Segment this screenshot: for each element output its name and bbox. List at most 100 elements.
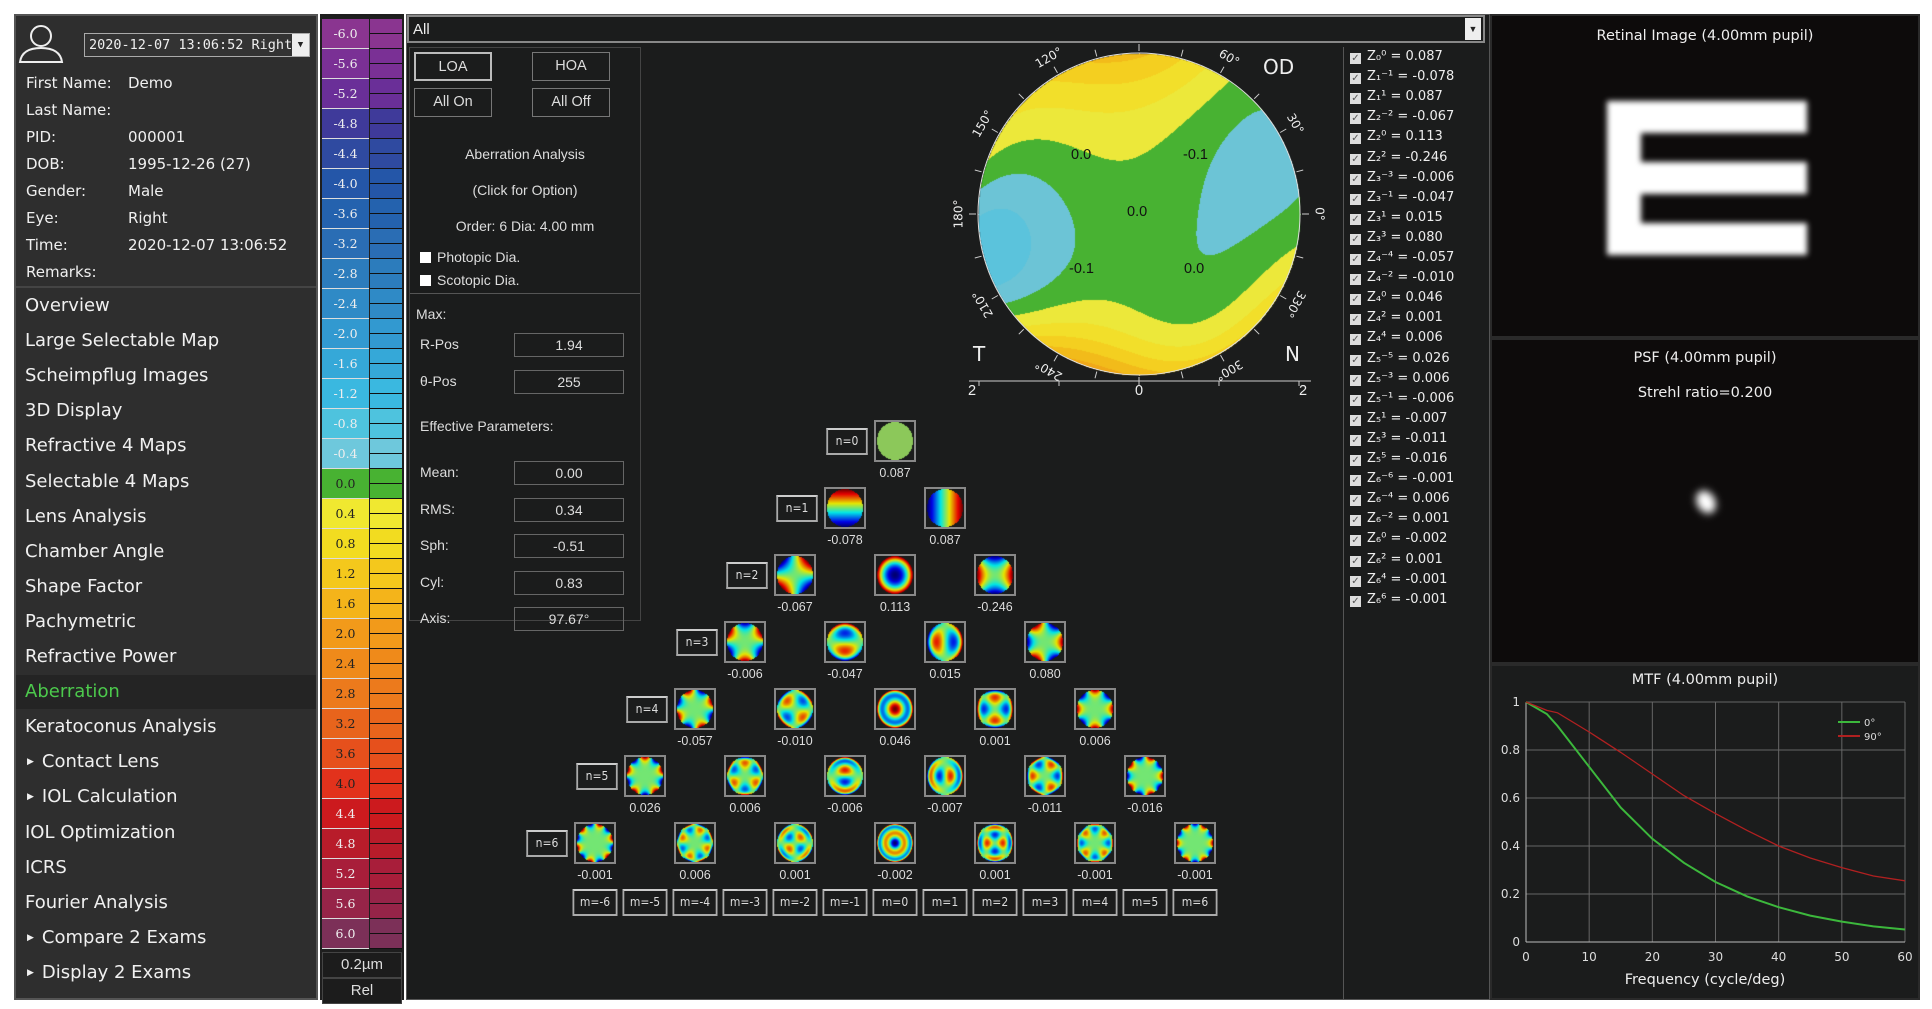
- zernike-term-item[interactable]: ✓ Z₂⁻² = -0.067: [1350, 109, 1454, 125]
- scotopic-checkbox[interactable]: Scotopic Dia.: [420, 272, 519, 288]
- frequency-m-button[interactable]: m=-1: [822, 889, 868, 916]
- checkbox-checked-icon[interactable]: ✓: [1350, 515, 1361, 527]
- nav-item[interactable]: Pachymetric: [16, 605, 316, 639]
- nav-item[interactable]: ▶ IOL Calculation: [16, 780, 316, 814]
- zernike-term-item[interactable]: ✓ Z₃⁻³ = -0.006: [1350, 170, 1454, 185]
- zernike-mode-icon[interactable]: [974, 554, 1016, 596]
- checkbox-checked-icon[interactable]: ✓: [1350, 555, 1361, 567]
- nav-item[interactable]: Selectable 4 Maps: [16, 465, 316, 499]
- frequency-m-button[interactable]: m=-6: [572, 889, 618, 916]
- zernike-term-item[interactable]: ✓ Z₄⁴ = 0.006: [1350, 330, 1443, 346]
- zernike-term-item[interactable]: ✓ Z₃³ = 0.080: [1350, 230, 1443, 245]
- checkbox-checked-icon[interactable]: ✓: [1350, 133, 1361, 145]
- zernike-mode-icon[interactable]: [924, 487, 966, 529]
- zernike-term-item[interactable]: ✓ Z₆⁻⁶ = -0.001: [1350, 471, 1454, 487]
- zernike-mode-icon[interactable]: [774, 822, 816, 864]
- zernike-mode-icon[interactable]: [874, 822, 916, 864]
- frequency-m-button[interactable]: m=0: [872, 889, 918, 916]
- nav-item[interactable]: Refractive Power: [16, 640, 316, 674]
- checkbox-checked-icon[interactable]: ✓: [1350, 274, 1361, 286]
- zernike-mode-icon[interactable]: [1024, 755, 1066, 797]
- checkbox-checked-icon[interactable]: ✓: [1350, 73, 1361, 85]
- zernike-term-item[interactable]: ✓ Z₆² = 0.001: [1350, 552, 1443, 567]
- checkbox-checked-icon[interactable]: ✓: [1350, 254, 1361, 265]
- zernike-mode-icon[interactable]: [774, 554, 816, 596]
- zernike-mode-icon[interactable]: [1074, 688, 1116, 730]
- zernike-term-item[interactable]: ✓ Z₆⁻² = 0.001: [1350, 511, 1450, 527]
- zernike-mode-icon[interactable]: [724, 621, 766, 663]
- checkbox-checked-icon[interactable]: ✓: [1350, 495, 1361, 507]
- frequency-m-button[interactable]: m=-3: [722, 889, 768, 916]
- frequency-m-button[interactable]: m=-2: [772, 889, 818, 916]
- frequency-m-button[interactable]: m=-5: [622, 889, 668, 916]
- frequency-m-button[interactable]: m=1: [922, 889, 968, 916]
- checkbox-checked-icon[interactable]: ✓: [1350, 475, 1361, 487]
- nav-item[interactable]: Scheimpflug Images: [16, 359, 316, 393]
- frequency-m-button[interactable]: m=-4: [672, 889, 718, 916]
- nav-item[interactable]: Fourier Analysis: [16, 886, 316, 920]
- zernike-mode-icon[interactable]: [774, 688, 816, 730]
- scale-step-button[interactable]: 0.2µm: [322, 952, 402, 978]
- checkbox-checked-icon[interactable]: ✓: [1350, 575, 1361, 587]
- checkbox-checked-icon[interactable]: ✓: [1350, 233, 1361, 245]
- nav-item[interactable]: ▶ Contact Lens: [16, 745, 316, 779]
- checkbox-checked-icon[interactable]: ✓: [1350, 595, 1361, 607]
- zernike-mode-icon[interactable]: [824, 755, 866, 797]
- checkbox-checked-icon[interactable]: ✓: [1350, 213, 1361, 225]
- zernike-term-item[interactable]: ✓ Z₁¹ = 0.087: [1350, 89, 1443, 105]
- nav-item[interactable]: Keratoconus Analysis: [16, 710, 316, 744]
- nav-item[interactable]: Chamber Angle: [16, 535, 316, 569]
- zernike-mode-icon[interactable]: [924, 755, 966, 797]
- checkbox-checked-icon[interactable]: ✓: [1350, 113, 1361, 125]
- zernike-term-item[interactable]: ✓ Z₆⁴ = -0.001: [1350, 572, 1447, 587]
- checkbox-checked-icon[interactable]: ✓: [1350, 334, 1361, 346]
- zernike-mode-icon[interactable]: [674, 688, 716, 730]
- zernike-mode-icon[interactable]: [674, 822, 716, 864]
- checkbox-checked-icon[interactable]: ✓: [1350, 193, 1361, 205]
- order-n-button[interactable]: n=2: [726, 562, 768, 589]
- nav-item[interactable]: ▶ Display 2 Exams: [16, 956, 316, 990]
- nav-item[interactable]: Refractive 4 Maps: [16, 429, 316, 463]
- order-n-button[interactable]: n=4: [626, 696, 668, 723]
- nav-item[interactable]: 3D Display: [16, 394, 316, 428]
- zernike-mode-icon[interactable]: [724, 755, 766, 797]
- loa-button[interactable]: LOA: [414, 52, 492, 81]
- zernike-term-item[interactable]: ✓ Z₄² = 0.001: [1350, 310, 1443, 326]
- order-n-button[interactable]: n=0: [826, 428, 868, 455]
- checkbox-checked-icon[interactable]: ✓: [1350, 93, 1361, 105]
- order-n-button[interactable]: n=5: [576, 763, 618, 790]
- checkbox-checked-icon[interactable]: ✓: [1350, 394, 1361, 406]
- zernike-mode-icon[interactable]: [1124, 755, 1166, 797]
- zernike-mode-icon[interactable]: [874, 420, 916, 462]
- checkbox-checked-icon[interactable]: ✓: [1350, 294, 1361, 306]
- click-hint[interactable]: (Click for Option): [410, 182, 640, 198]
- hoa-button[interactable]: HOA: [532, 52, 610, 81]
- nav-item[interactable]: IOL Optimization: [16, 816, 316, 850]
- zernike-mode-icon[interactable]: [874, 688, 916, 730]
- zernike-term-item[interactable]: ✓ Z₆⁶ = -0.001: [1350, 592, 1447, 607]
- zernike-mode-icon[interactable]: [924, 621, 966, 663]
- zernike-term-item[interactable]: ✓ Z₄⁻⁴ = -0.057: [1350, 250, 1454, 265]
- zernike-mode-icon[interactable]: [1174, 822, 1216, 864]
- order-n-button[interactable]: n=1: [776, 495, 818, 522]
- nav-item[interactable]: ICRS: [16, 851, 316, 885]
- nav-item[interactable]: Overview: [16, 289, 316, 323]
- nav-item[interactable]: Shape Factor: [16, 570, 316, 604]
- zernike-term-item[interactable]: ✓ Z₃⁻¹ = -0.047: [1350, 190, 1454, 205]
- checkbox-checked-icon[interactable]: ✓: [1350, 455, 1361, 466]
- checkbox-checked-icon[interactable]: ✓: [1350, 414, 1361, 426]
- chevron-down-icon[interactable]: ▼: [1465, 18, 1481, 40]
- exam-select[interactable]: 2020-12-07 13:06:52 Right ▼: [84, 33, 310, 57]
- nav-item[interactable]: Large Selectable Map: [16, 324, 316, 358]
- analysis-title[interactable]: Aberration Analysis: [410, 146, 640, 162]
- zernike-term-item[interactable]: ✓ Z₅¹ = -0.007: [1350, 411, 1447, 426]
- checkbox-checked-icon[interactable]: ✓: [1350, 173, 1361, 185]
- zernike-term-item[interactable]: ✓ Z₄⁰ = 0.046: [1350, 290, 1443, 306]
- zernike-mode-icon[interactable]: [974, 822, 1016, 864]
- zernike-term-item[interactable]: ✓ Z₅⁻⁵ = 0.026: [1350, 351, 1450, 366]
- zernike-mode-icon[interactable]: [574, 822, 616, 864]
- zernike-mode-icon[interactable]: [824, 621, 866, 663]
- checkbox-checked-icon[interactable]: ✓: [1350, 314, 1361, 326]
- nav-item[interactable]: Aberration: [16, 675, 316, 710]
- zernike-term-item[interactable]: ✓ Z₆⁻⁴ = 0.006: [1350, 491, 1450, 507]
